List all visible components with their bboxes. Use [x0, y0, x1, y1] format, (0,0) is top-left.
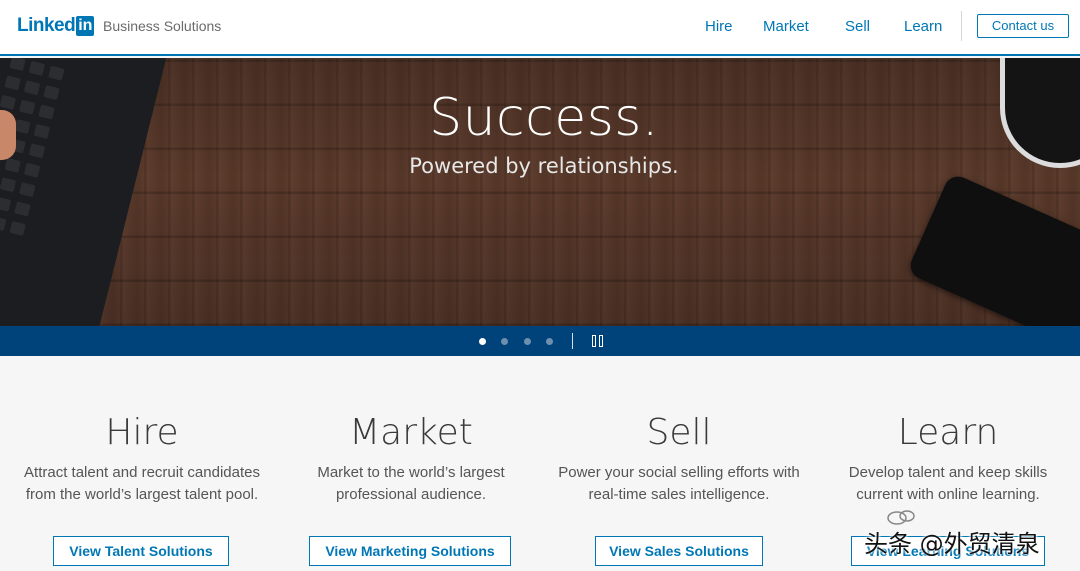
- carousel-divider: [572, 333, 573, 349]
- view-marketing-solutions-button[interactable]: View Marketing Solutions: [309, 536, 511, 566]
- learn-heading: Learn: [897, 412, 999, 453]
- hire-heading: Hire: [105, 412, 179, 453]
- hero-subtitle: Powered by relationships.: [409, 154, 679, 178]
- contact-us-button[interactable]: Contact us: [977, 14, 1069, 38]
- hire-column: Hire Attract talent and recruit candidat…: [7, 412, 277, 506]
- nav-sell[interactable]: Sell: [845, 18, 870, 35]
- brand-subtitle: Business Solutions: [103, 18, 222, 34]
- view-talent-solutions-button[interactable]: View Talent Solutions: [53, 536, 229, 566]
- hero-banner: Success. Powered by relationships.: [0, 58, 1080, 326]
- view-sales-solutions-button[interactable]: View Sales Solutions: [595, 536, 763, 566]
- linkedin-logo[interactable]: Linked in: [17, 14, 95, 38]
- carousel-dot-3[interactable]: [524, 338, 531, 345]
- sell-description: Power your social selling efforts with re…: [558, 464, 800, 503]
- carousel-controls: [0, 326, 1080, 356]
- carousel-dot-1[interactable]: [479, 338, 486, 345]
- sell-heading: Sell: [646, 412, 712, 453]
- nav-learn[interactable]: Learn: [904, 18, 942, 35]
- nav-divider: [961, 11, 962, 41]
- top-header: Linked in Business Solutions Hire Market …: [0, 0, 1080, 56]
- market-heading: Market: [349, 412, 473, 453]
- sell-column: Sell Power your social selling efforts w…: [544, 412, 814, 506]
- market-description: Market to the world’s largest professiona…: [317, 464, 505, 503]
- carousel-dot-4[interactable]: [546, 338, 553, 345]
- learn-column: Learn Develop talent and keep skills curr…: [813, 412, 1080, 506]
- hero-title: Success.: [429, 88, 659, 148]
- nav-market[interactable]: Market: [763, 18, 809, 35]
- market-column: Market Market to the world’s largest prof…: [276, 412, 546, 506]
- phone-image: [906, 172, 1080, 326]
- pause-icon[interactable]: [592, 335, 606, 348]
- hire-description: Attract talent and recruit candidates fro…: [24, 464, 260, 503]
- logo-in-box: in: [76, 16, 95, 36]
- nav-hire[interactable]: Hire: [705, 18, 733, 35]
- carousel-dot-2[interactable]: [501, 338, 508, 345]
- learn-description: Develop talent and keep skills current wi…: [848, 464, 1048, 503]
- logo-wordmark: Linked: [17, 15, 76, 36]
- watermark-text: 头条 @外贸清泉: [864, 530, 1040, 558]
